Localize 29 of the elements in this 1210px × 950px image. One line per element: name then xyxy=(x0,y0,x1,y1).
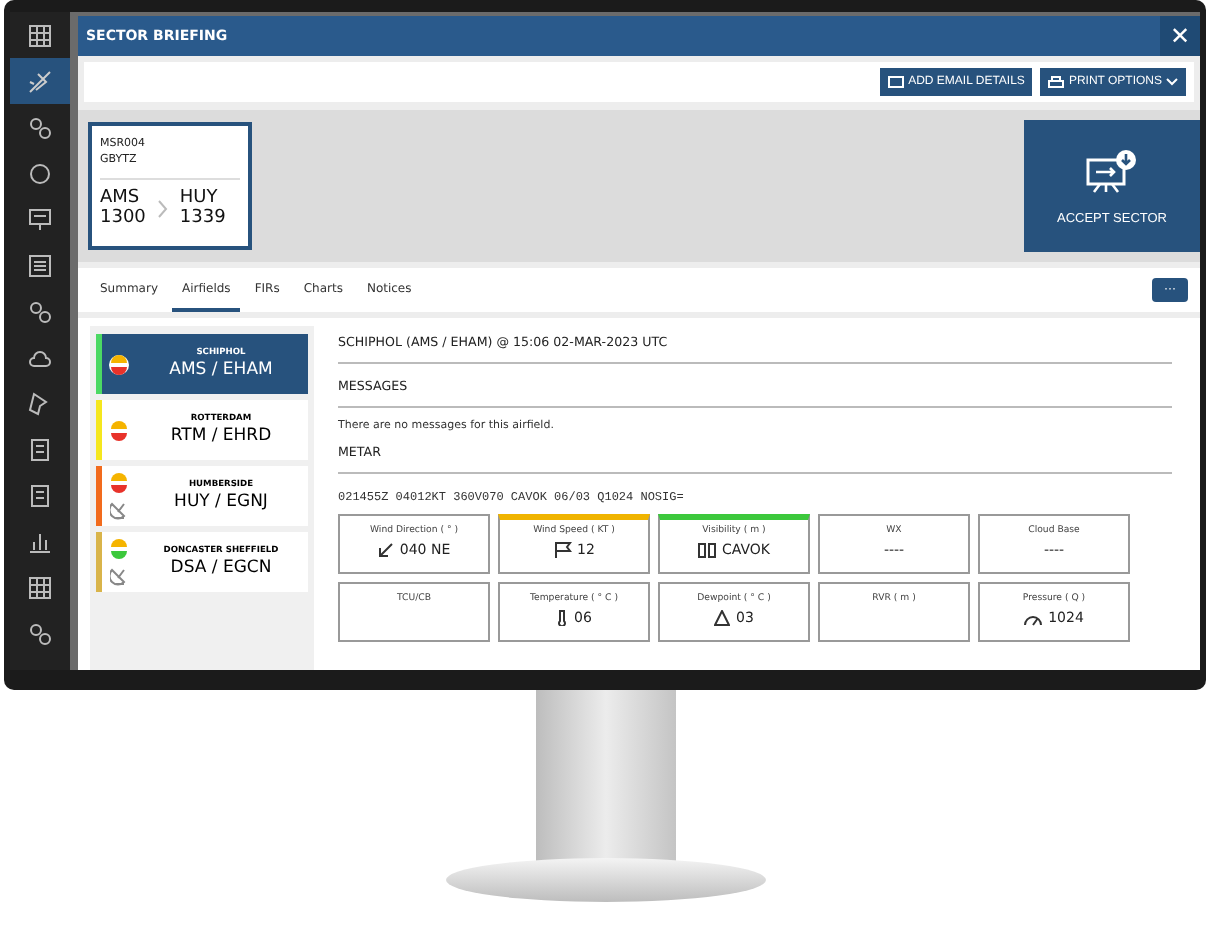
caret-icon xyxy=(1166,78,1178,86)
printer-icon xyxy=(1048,75,1065,89)
close-button[interactable]: ✕ xyxy=(1160,16,1200,56)
grid-icon xyxy=(28,575,52,599)
departure-time: 1300 xyxy=(100,208,146,228)
grid-icon xyxy=(28,23,52,47)
list-icon xyxy=(28,253,52,277)
airfield-code: DSA / EGCN xyxy=(170,558,272,578)
sidebar-item[interactable] xyxy=(10,58,70,104)
cloud-icon xyxy=(28,345,52,369)
email-icon xyxy=(888,76,905,88)
document-icon xyxy=(28,483,52,507)
triangle-icon xyxy=(714,610,731,626)
flag-icon xyxy=(553,542,572,558)
airfield-code: HUY / EGNJ xyxy=(174,492,268,512)
binoculars-icon xyxy=(698,542,716,558)
airport-code: AMS xyxy=(100,188,142,208)
airport-code: HUY xyxy=(179,188,220,208)
document-icon xyxy=(28,437,52,461)
plane-icon xyxy=(28,69,52,93)
airfield-code: RTM / EHRD xyxy=(170,426,272,446)
arrow-icon xyxy=(377,542,394,558)
arrival-time: 1339 xyxy=(179,208,226,228)
chevron-icon xyxy=(157,199,168,217)
airfield-code: AMS / EHAM xyxy=(169,360,273,380)
chart-icon xyxy=(28,529,52,553)
gauge-icon xyxy=(1024,611,1043,625)
board-icon xyxy=(28,207,52,231)
thermometer-icon xyxy=(556,610,569,626)
